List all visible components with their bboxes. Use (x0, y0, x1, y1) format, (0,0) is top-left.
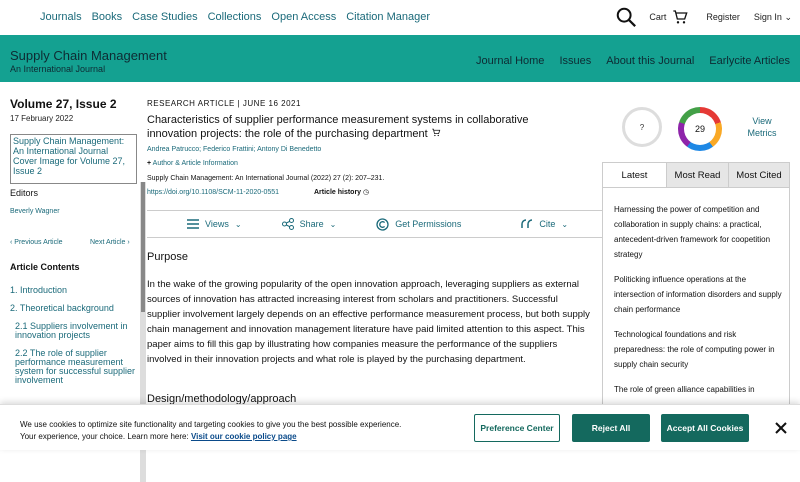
toc-item[interactable]: 2.1 Suppliers involvement in innovation … (10, 322, 140, 340)
cookie-text-line2: Your experience, your choice. Learn more… (20, 432, 297, 441)
tab-most-read[interactable]: Most Read (666, 163, 728, 187)
author-list[interactable]: Andrea Patrucco; Federico Frattini; Anto… (147, 146, 321, 153)
plus-icon: + (147, 160, 152, 167)
list-item[interactable]: The role of green alliance capabilities … (614, 382, 784, 397)
list-icon (187, 219, 199, 229)
tab-latest[interactable]: Latest (603, 163, 666, 187)
cover-image[interactable]: Supply Chain Management: An Internationa… (10, 134, 137, 184)
next-article-label: Next Article (90, 239, 126, 246)
nav-open-access[interactable]: Open Access (271, 11, 336, 23)
chevron-down-icon: ⌄ (234, 219, 242, 229)
copyright-icon (376, 217, 389, 231)
cart-icon[interactable] (431, 128, 441, 137)
nav-citation-manager[interactable]: Citation Manager (346, 11, 430, 23)
article-title: Characteristics of supplier performance … (147, 113, 567, 141)
dimensions-score: 29 (694, 124, 705, 134)
article-title-text: Characteristics of supplier performance … (147, 114, 529, 140)
altmetric-badge[interactable]: ? (622, 107, 662, 147)
nav-books[interactable]: Books (92, 11, 123, 23)
left-sidebar: Volume 27, Issue 2 17 February 2022 Supp… (0, 82, 146, 482)
preference-center-button[interactable]: Preference Center (474, 414, 560, 442)
journal-title[interactable]: Supply Chain Management (10, 48, 167, 63)
journal-subtitle: An International Journal (10, 64, 106, 74)
next-article-link[interactable]: Next Article › (90, 239, 130, 246)
volume-issue[interactable]: Volume 27, Issue 2 (10, 97, 117, 111)
signin-label: Sign In (753, 11, 782, 22)
cart-icon[interactable] (672, 9, 688, 25)
editor-name[interactable]: Beverly Wagner (10, 208, 60, 215)
chevron-down-icon: ⌄ (329, 219, 337, 229)
cite-label: Cite (539, 219, 556, 229)
journal-banner: Supply Chain Management An International… (0, 35, 800, 82)
scrollbar-thumb[interactable] (141, 182, 145, 312)
get-permissions-button[interactable]: Get Permissions (376, 217, 462, 231)
share-button[interactable]: Share ⌄ (281, 218, 337, 230)
list-item[interactable]: Harnessing the power of competition and … (614, 202, 784, 262)
dimensions-badge[interactable]: 29 (678, 107, 722, 151)
share-icon (281, 218, 294, 230)
article-history-label: Article history (314, 189, 362, 196)
purpose-heading: Purpose (147, 251, 188, 263)
right-sidebar: ? 29 View Metrics Latest Most Read Most … (602, 82, 800, 450)
tab-most-cited[interactable]: Most Cited (728, 163, 789, 187)
get-permissions-label: Get Permissions (395, 219, 462, 229)
article-type-date: RESEARCH ARTICLE | JUNE 16 2021 (147, 99, 301, 108)
cookie-text: We use cookies to optimize site function… (20, 420, 402, 429)
cart-link[interactable]: Cart (649, 12, 666, 22)
journal-nav-earlycite[interactable]: Earlycite Articles (709, 55, 790, 67)
cookie-banner: We use cookies to optimize site function… (0, 404, 800, 450)
issue-date: 17 February 2022 (10, 114, 74, 123)
register-link[interactable]: Register (706, 12, 740, 22)
article-history-toggle[interactable]: Article history ◷ (314, 188, 369, 196)
altmetric-score: ? (639, 122, 645, 132)
nav-journals[interactable]: Journals (40, 11, 82, 23)
previous-article-label: Previous Article (14, 239, 63, 246)
cite-button[interactable]: Cite ⌄ (521, 219, 568, 229)
table-of-contents: 1. Introduction 2. Theoretical backgroun… (10, 286, 140, 394)
article-toolbar: Views ⌄ Share ⌄ Get Permissions Cite ⌄ (147, 210, 602, 238)
search-icon[interactable] (615, 6, 637, 28)
journal-nav-issues[interactable]: Issues (559, 55, 591, 67)
article-list-tabs: Latest Most Read Most Cited (602, 162, 790, 188)
top-navigation: Journals Books Case Studies Collections … (0, 0, 800, 35)
reject-all-button[interactable]: Reject All (572, 414, 650, 442)
toc-item[interactable]: 1. Introduction (10, 286, 140, 295)
toc-item[interactable]: 2. Theoretical background (10, 304, 140, 313)
dimensions-inner: 29 (684, 113, 716, 145)
author-info-toggle[interactable]: + Author & Article Information (147, 160, 238, 167)
chevron-right-icon: › (127, 239, 130, 246)
editors-label: Editors (10, 188, 39, 198)
toc-item[interactable]: 2.2 The role of supplier performance mea… (10, 349, 140, 385)
nav-case-studies[interactable]: Case Studies (132, 11, 197, 23)
list-item[interactable]: Technological foundations and risk prepa… (614, 327, 784, 372)
journal-nav-home[interactable]: Journal Home (476, 55, 544, 67)
author-info-label: Author & Article Information (152, 160, 238, 167)
nav-collections[interactable]: Collections (208, 11, 262, 23)
accept-all-cookies-button[interactable]: Accept All Cookies (661, 414, 749, 442)
article-main: RESEARCH ARTICLE | JUNE 16 2021 Characte… (147, 82, 602, 450)
signin-link[interactable]: Sign In ⌄ (754, 12, 792, 23)
views-button[interactable]: Views ⌄ (187, 219, 242, 229)
clock-icon: ◷ (363, 189, 370, 196)
chevron-down-icon: ⌄ (561, 219, 569, 229)
doi-link[interactable]: https://doi.org/10.1108/SCM-11-2020-0551 (147, 189, 279, 196)
journal-nav-about[interactable]: About this Journal (606, 55, 694, 67)
chevron-down-icon: ⌄ (784, 11, 792, 22)
list-item[interactable]: Politicking influence operations at the … (614, 272, 784, 317)
previous-article-link[interactable]: ‹ Previous Article (10, 239, 63, 246)
share-label: Share (299, 219, 324, 229)
cookie-learn-more: Your experience, your choice. Learn more… (20, 432, 189, 441)
cookie-policy-link[interactable]: Visit our cookie policy page (191, 432, 297, 441)
close-icon[interactable] (775, 422, 787, 434)
views-label: Views (205, 219, 229, 229)
article-contents-heading: Article Contents (10, 262, 80, 272)
purpose-paragraph: In the wake of the growing popularity of… (147, 279, 590, 365)
quote-icon (521, 219, 533, 228)
view-metrics-link[interactable]: View Metrics (742, 115, 782, 139)
chevron-left-icon: ‹ (10, 239, 13, 246)
citation-text: Supply Chain Management: An Internationa… (147, 175, 385, 182)
